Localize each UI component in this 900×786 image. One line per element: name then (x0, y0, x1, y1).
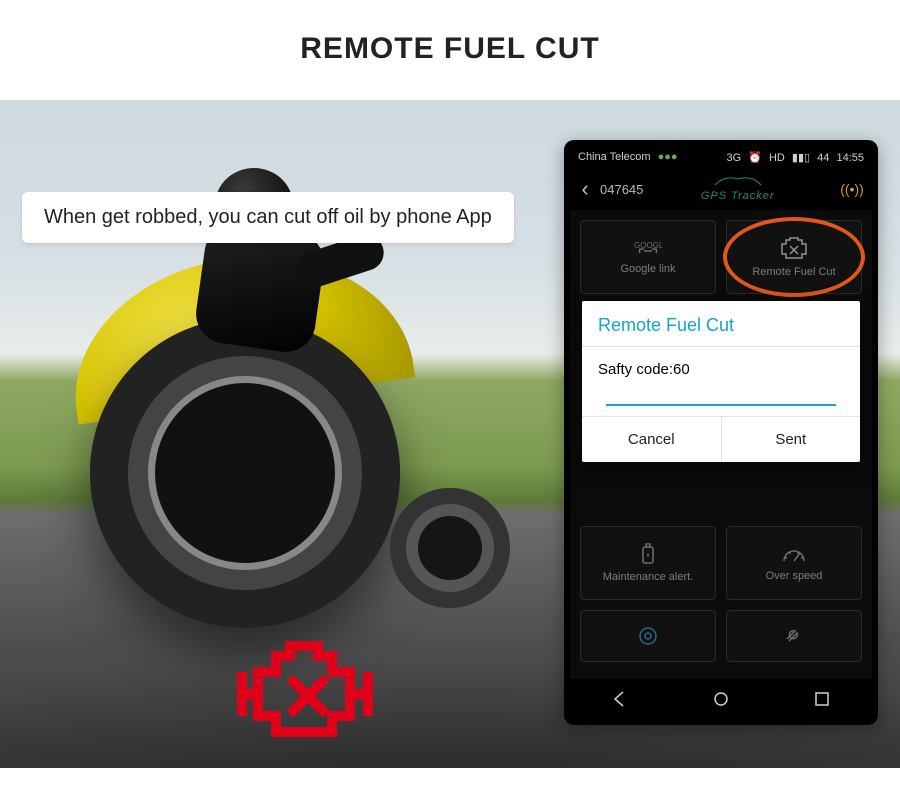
cancel-button[interactable]: Cancel (582, 417, 721, 462)
hero-image: When get robbed, you can cut off oil by … (0, 100, 900, 768)
target-icon (637, 625, 659, 647)
tile-grid-upper: GOOGLE Google link Remote Fuel Cut (570, 210, 872, 304)
callout-bubble: When get robbed, you can cut off oil by … (22, 192, 514, 243)
gauge-icon (781, 544, 807, 564)
oil-can-icon (638, 543, 658, 565)
app-logo: GPS Tracker (643, 177, 832, 202)
device-id: 047645 (600, 182, 643, 197)
phone-screen: China Telecom ●●● 3G ⏰ HD ▮▮▯ 44 14:55 ‹… (570, 146, 872, 719)
tile-label: Remote Fuel Cut (752, 266, 835, 278)
tile-over-speed[interactable]: Over speed (726, 526, 862, 600)
dialog-input[interactable] (606, 404, 836, 406)
back-button[interactable]: ‹ (570, 176, 600, 202)
clock: 14:55 (836, 152, 864, 164)
link-icon: GOOGLE (634, 239, 662, 257)
wrench-icon (783, 625, 805, 647)
dialog-title: Remote Fuel Cut (582, 301, 860, 346)
sent-button[interactable]: Sent (721, 417, 861, 462)
carrier-1: China Telecom (578, 151, 651, 163)
page-title: REMOTE FUEL CUT (0, 32, 900, 66)
dialog-remote-fuel-cut: Remote Fuel Cut Safty code:60 Cancel Sen… (582, 301, 860, 462)
dialog-body: Safty code:60 (582, 347, 860, 416)
nav-recent-button[interactable] (811, 688, 833, 710)
engine-x-icon (230, 632, 380, 752)
callout-text: When get robbed, you can cut off oil by … (44, 206, 492, 228)
dialog-body-text: Safty code:60 (598, 361, 690, 378)
antenna-icon: ((•)) (832, 181, 872, 197)
car-outline-icon (713, 177, 763, 187)
tile-label: Over speed (766, 570, 823, 582)
tile-google-link[interactable]: GOOGLE Google link (580, 220, 716, 294)
dialog-actions: Cancel Sent (582, 416, 860, 462)
tile-partial-2[interactable] (726, 610, 862, 662)
motorcycle-image (20, 238, 450, 658)
nav-home-button[interactable] (710, 688, 732, 710)
net-indicator: 3G (726, 152, 741, 164)
android-nav-bar (570, 679, 872, 719)
tile-remote-fuel-cut[interactable]: Remote Fuel Cut (726, 220, 862, 294)
front-wheel (390, 488, 510, 608)
app-header: ‹ 047645 GPS Tracker ((•)) (570, 168, 872, 210)
tile-grid-lower: Maintenance alert. Over speed (570, 516, 872, 672)
tile-maintenance-alert[interactable]: Maintenance alert. (580, 526, 716, 600)
hd-icon: HD (769, 152, 785, 164)
engine-icon (778, 236, 810, 260)
status-bar: China Telecom ●●● 3G ⏰ HD ▮▮▯ 44 14:55 (570, 146, 872, 168)
battery-icon: 44 (817, 152, 829, 164)
tile-partial-1[interactable] (580, 610, 716, 662)
svg-text:GOOGLE: GOOGLE (634, 241, 662, 250)
tile-label: Maintenance alert. (603, 571, 694, 583)
phone-mock: China Telecom ●●● 3G ⏰ HD ▮▮▯ 44 14:55 ‹… (564, 140, 878, 725)
tile-label: Google link (620, 263, 675, 275)
alarm-icon: ⏰ (748, 152, 762, 164)
signal-icon: ▮▮▯ (792, 152, 810, 164)
nav-back-button[interactable] (609, 688, 631, 710)
page-title-bar: REMOTE FUEL CUT (0, 0, 900, 98)
